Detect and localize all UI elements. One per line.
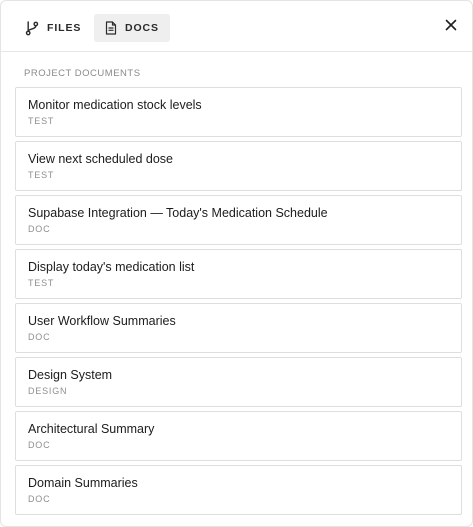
document-type: DOC bbox=[28, 332, 51, 342]
document-title: View next scheduled dose bbox=[28, 152, 174, 166]
document-title: Display today's medication list bbox=[28, 260, 195, 274]
document-title: Design System bbox=[28, 368, 113, 382]
document-card[interactable]: Domain Summaries DOC bbox=[15, 465, 462, 515]
document-card[interactable]: Monitor medication stock levels TEST bbox=[15, 87, 462, 137]
git-branch-icon bbox=[25, 20, 39, 36]
close-button[interactable] bbox=[444, 18, 458, 32]
section-label: PROJECT DOCUMENTS bbox=[24, 68, 141, 79]
document-type: TEST bbox=[28, 170, 55, 180]
close-icon bbox=[444, 19, 458, 36]
document-type: DOC bbox=[28, 224, 51, 234]
document-card[interactable]: Display today's medication list TEST bbox=[15, 249, 462, 299]
document-card[interactable]: User Workflow Summaries DOC bbox=[15, 303, 462, 353]
document-type: TEST bbox=[28, 116, 55, 126]
document-title: Supabase Integration — Today's Medicatio… bbox=[28, 206, 328, 220]
tab-files[interactable]: FILES bbox=[15, 14, 91, 42]
document-title: Domain Summaries bbox=[28, 476, 138, 490]
tab-docs[interactable]: DOCS bbox=[94, 14, 170, 42]
document-title: Architectural Summary bbox=[28, 422, 155, 436]
document-card[interactable]: View next scheduled dose TEST bbox=[15, 141, 462, 191]
document-card[interactable]: Supabase Integration — Today's Medicatio… bbox=[15, 195, 462, 245]
document-card[interactable]: Architectural Summary DOC bbox=[15, 411, 462, 461]
document-title: Monitor medication stock levels bbox=[28, 98, 202, 112]
document-type: DOC bbox=[28, 440, 51, 450]
document-card[interactable]: Design System DESIGN bbox=[15, 357, 462, 407]
document-type: DESIGN bbox=[28, 386, 68, 396]
tab-docs-label: DOCS bbox=[125, 22, 159, 34]
panel-header: FILES DOCS bbox=[1, 1, 472, 52]
document-type: TEST bbox=[28, 278, 55, 288]
tab-files-label: FILES bbox=[47, 22, 82, 34]
document-icon bbox=[105, 21, 117, 35]
document-type: DOC bbox=[28, 494, 51, 504]
document-title: User Workflow Summaries bbox=[28, 314, 176, 328]
document-list: Monitor medication stock levels TEST Vie… bbox=[15, 87, 462, 519]
docs-panel: FILES DOCS PROJECT DOCUMENTS Monitor med… bbox=[0, 0, 473, 527]
